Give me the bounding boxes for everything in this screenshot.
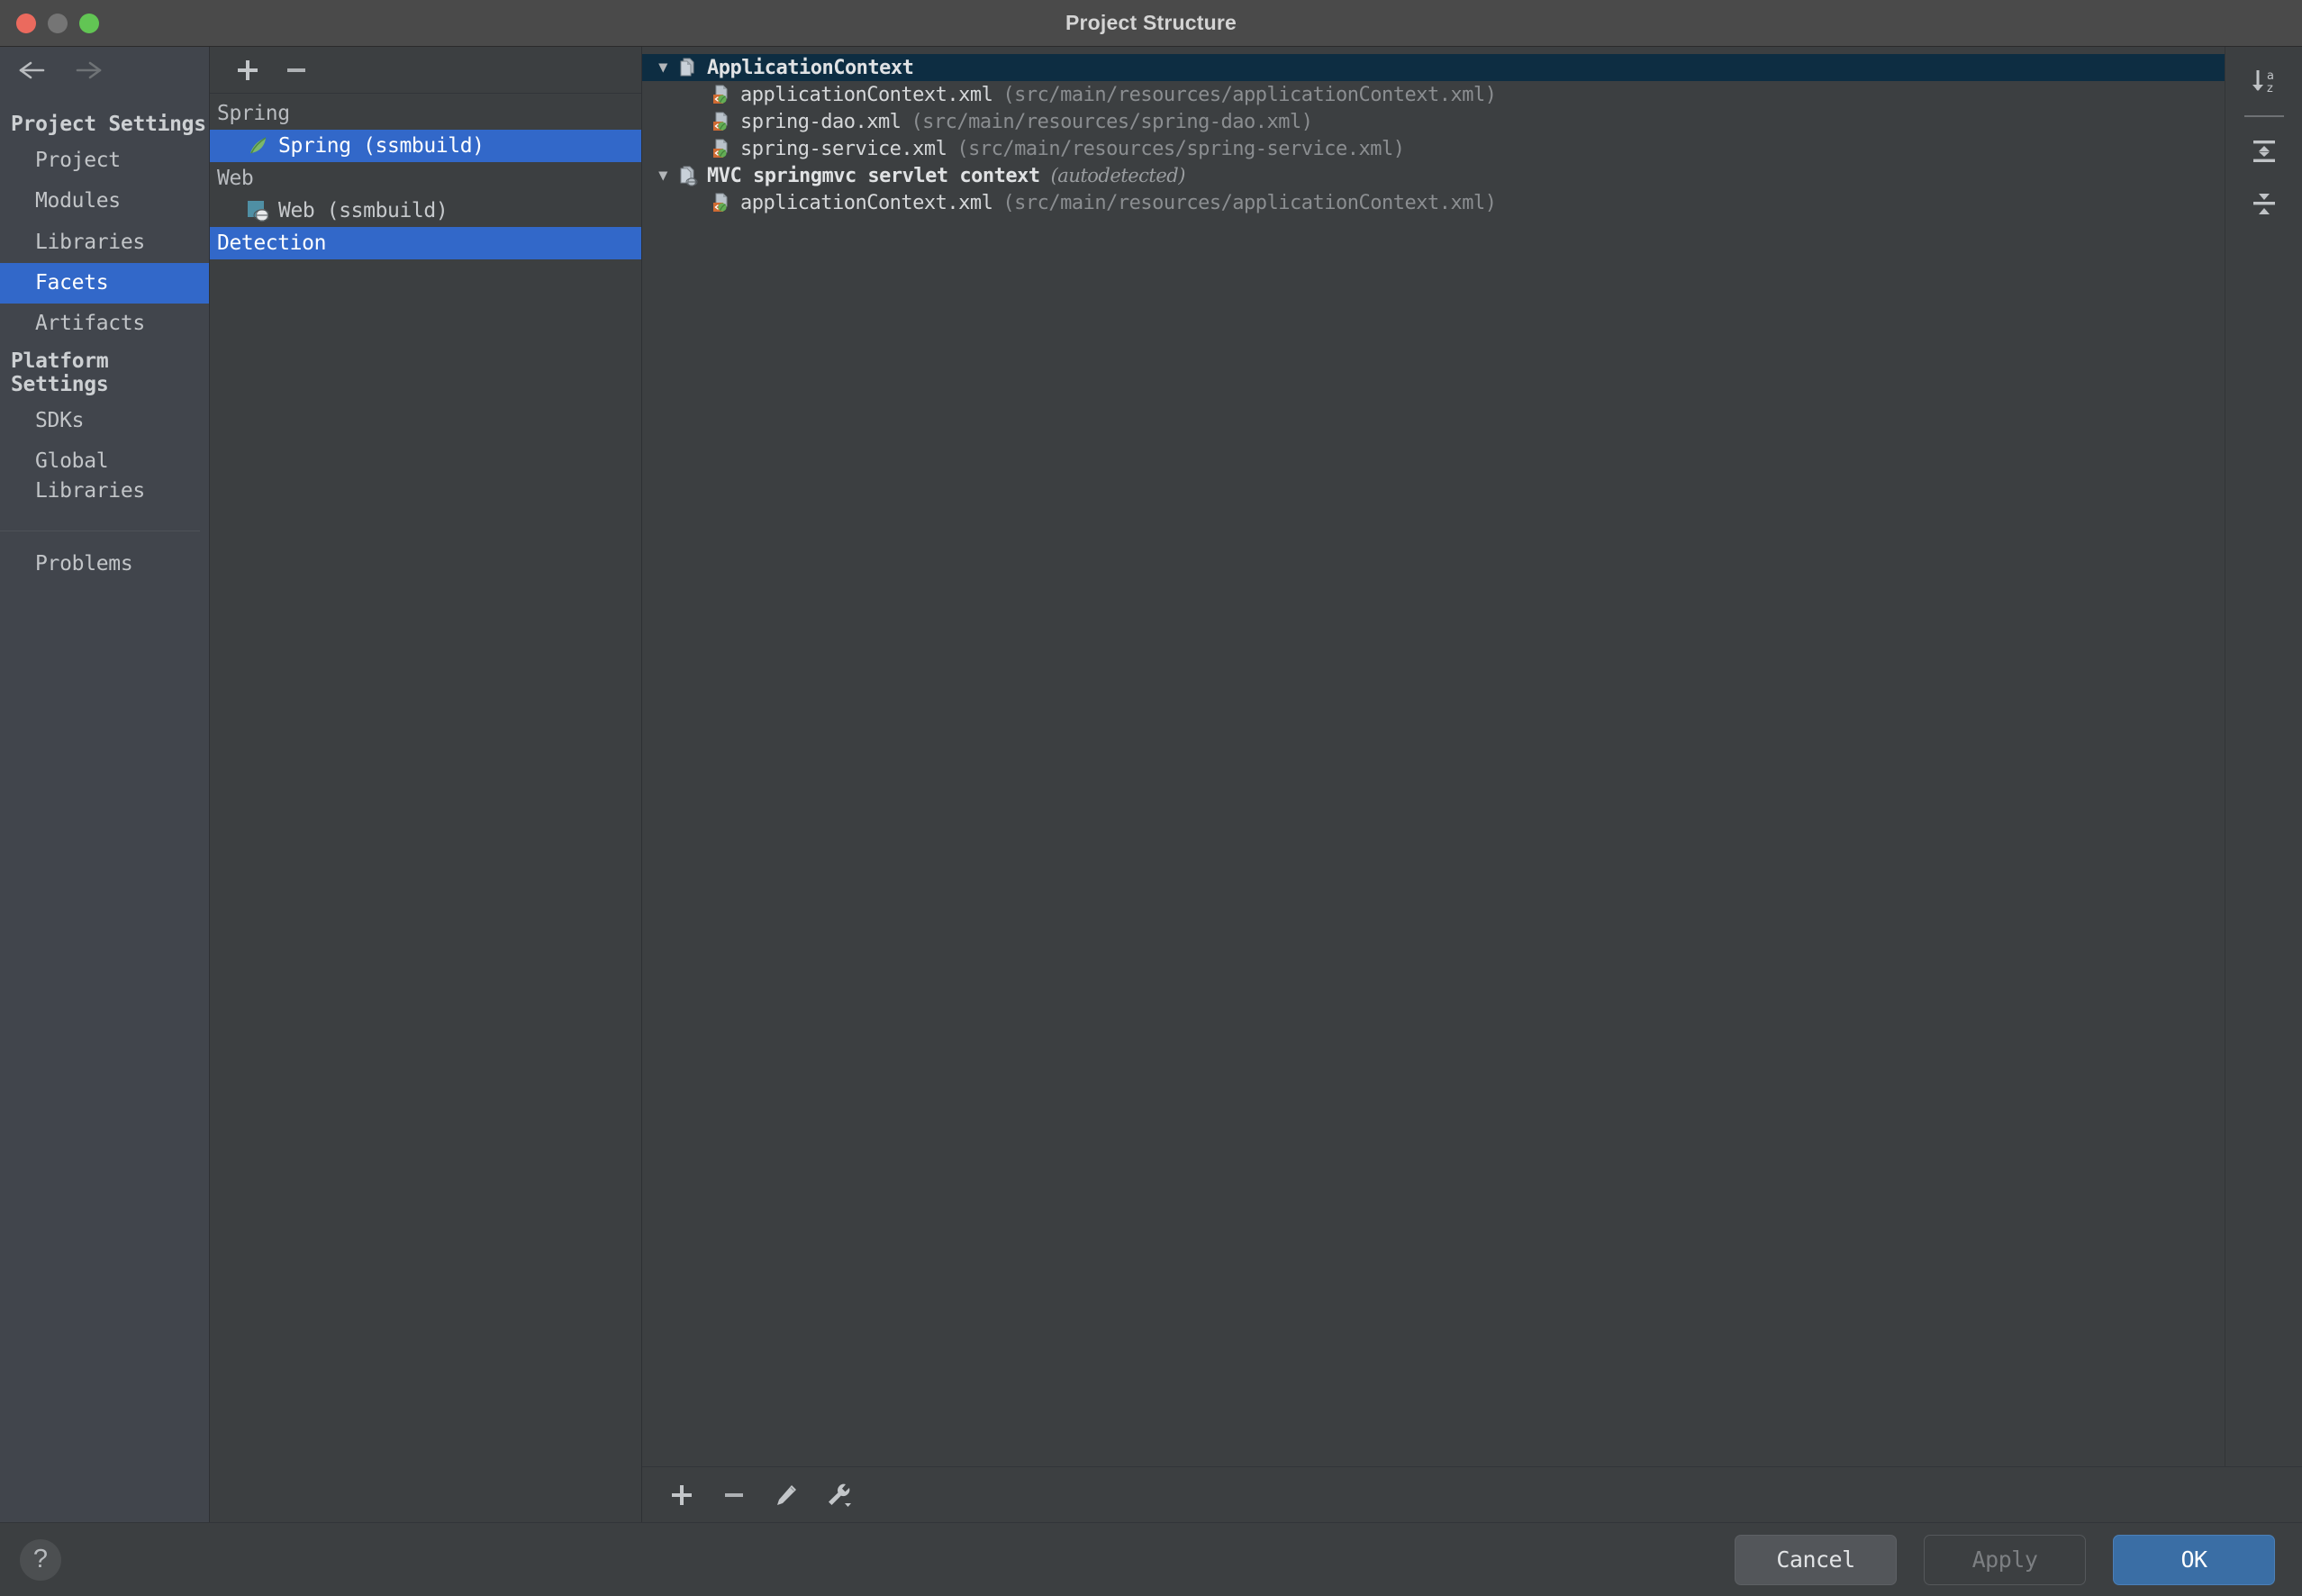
edit-icon[interactable] <box>766 1475 806 1515</box>
sidebar-item-global-libraries[interactable]: Global Libraries <box>0 441 209 512</box>
facet-detection-row[interactable]: Detection <box>210 227 641 259</box>
tree-leaf-filename: spring-dao.xml <box>740 111 901 133</box>
tree-leaf-filename: spring-service.xml <box>740 138 947 160</box>
title-bar: Project Structure <box>0 0 2302 47</box>
remove-icon[interactable] <box>714 1475 754 1515</box>
sidebar-item-project[interactable]: Project <box>0 141 209 181</box>
chevron-down-icon[interactable]: ▼ <box>649 59 676 77</box>
contexts-bottom-toolbar <box>642 1466 2302 1522</box>
apply-button[interactable]: Apply <box>1924 1535 2086 1585</box>
spring-contexts-tree: ▼ ApplicationContext <box>642 47 2225 1466</box>
plus-icon[interactable] <box>230 52 266 88</box>
tree-leaf-filepath: (src/main/resources/applicationContext.x… <box>1002 84 1496 106</box>
facet-detail-panel: ▼ ApplicationContext <box>642 47 2302 1522</box>
collapse-all-icon[interactable] <box>2241 180 2288 227</box>
sidebar-item-artifacts[interactable]: Artifacts <box>0 304 209 344</box>
sidebar-group-platform-settings: Platform Settings <box>0 345 209 401</box>
tree-leaf-filepath: (src/main/resources/spring-service.xml) <box>956 138 1404 160</box>
sort-alphabetically-icon[interactable]: a z <box>2241 58 2288 104</box>
sidebar-divider <box>0 530 200 531</box>
cancel-button[interactable]: Cancel <box>1735 1535 1897 1585</box>
facet-item-web-ssmbuild[interactable]: Web (ssmbuild) <box>210 195 641 227</box>
settings-sidebar: Project Settings Project Modules Librari… <box>0 47 210 1522</box>
sidebar-items: Project Settings Project Modules Librari… <box>0 94 209 585</box>
facet-item-label: Web (ssmbuild) <box>278 199 448 222</box>
project-structure-dialog: Project Structure <box>0 0 2302 1596</box>
facet-group-web: Web <box>210 162 641 195</box>
help-button[interactable]: ? <box>20 1539 61 1581</box>
expand-all-icon[interactable] <box>2241 128 2288 175</box>
mvc-context-icon <box>676 165 698 186</box>
window-title: Project Structure <box>0 11 2302 35</box>
sidebar-navigation-bar <box>0 47 209 94</box>
dialog-footer: ? Cancel Apply OK <box>0 1522 2302 1596</box>
facet-item-label: Spring (ssmbuild) <box>278 134 485 158</box>
svg-text:z: z <box>2267 82 2273 95</box>
sidebar-item-facets[interactable]: Facets <box>0 263 209 304</box>
ok-button[interactable]: OK <box>2113 1535 2275 1585</box>
spring-leaf-icon <box>246 134 269 158</box>
dialog-body: Project Settings Project Modules Librari… <box>0 47 2302 1522</box>
svg-text:a: a <box>2267 69 2274 83</box>
sidebar-item-sdks[interactable]: SDKs <box>0 401 209 441</box>
facets-list: Spring Spring (ssmbuild) Web <box>210 94 641 1522</box>
minus-icon[interactable] <box>278 52 314 88</box>
settings-wrench-icon[interactable] <box>819 1475 858 1515</box>
spring-xml-icon <box>711 84 732 105</box>
tree-node-mvc-servlet-context[interactable]: ▼ MVC springmvc servlet context (autodet… <box>642 162 2225 189</box>
facets-toolbar <box>210 47 641 94</box>
facets-panel: Spring Spring (ssmbuild) Web <box>210 47 642 1522</box>
back-arrow-icon[interactable] <box>16 57 49 84</box>
tree-node-application-context[interactable]: ▼ ApplicationContext <box>642 54 2225 81</box>
spring-xml-icon <box>711 192 732 213</box>
sidebar-item-libraries[interactable]: Libraries <box>0 222 209 263</box>
tree-leaf-filename: applicationContext.xml <box>740 192 992 214</box>
web-globe-icon <box>246 199 269 222</box>
tree-leaf-filepath: (src/main/resources/applicationContext.x… <box>1002 192 1496 214</box>
toolbar-divider <box>2244 115 2284 117</box>
tree-side-toolbar: a z <box>2225 47 2302 1466</box>
tree-leaf-file[interactable]: applicationContext.xml (src/main/resourc… <box>642 81 2225 108</box>
context-stack-icon <box>676 57 698 78</box>
facet-item-spring-ssmbuild[interactable]: Spring (ssmbuild) <box>210 130 641 162</box>
minimize-button[interactable] <box>48 14 68 33</box>
tree-leaf-filename: applicationContext.xml <box>740 84 992 106</box>
tree-leaf-file[interactable]: spring-service.xml (src/main/resources/s… <box>642 135 2225 162</box>
sidebar-item-modules[interactable]: Modules <box>0 181 209 222</box>
tree-leaf-file[interactable]: applicationContext.xml (src/main/resourc… <box>642 189 2225 216</box>
tree-node-label: MVC springmvc servlet context <box>707 165 1040 187</box>
tree-node-label: ApplicationContext <box>707 57 913 79</box>
detected-contexts-area: ▼ ApplicationContext <box>642 47 2302 1466</box>
sidebar-item-problems[interactable]: Problems <box>0 544 209 585</box>
tree-leaf-file[interactable]: spring-dao.xml (src/main/resources/sprin… <box>642 108 2225 135</box>
forward-arrow-icon[interactable] <box>72 57 104 84</box>
facet-group-spring: Spring <box>210 97 641 130</box>
spring-xml-icon <box>711 138 732 159</box>
chevron-down-icon[interactable]: ▼ <box>649 167 676 185</box>
zoom-button[interactable] <box>79 14 99 33</box>
add-icon[interactable] <box>662 1475 702 1515</box>
sidebar-group-project-settings: Project Settings <box>0 108 209 141</box>
tree-node-note: (autodetected) <box>1051 165 1185 186</box>
spring-xml-icon <box>711 111 732 132</box>
tree-leaf-filepath: (src/main/resources/spring-dao.xml) <box>911 111 1312 133</box>
traffic-light-buttons <box>16 14 99 33</box>
close-button[interactable] <box>16 14 36 33</box>
